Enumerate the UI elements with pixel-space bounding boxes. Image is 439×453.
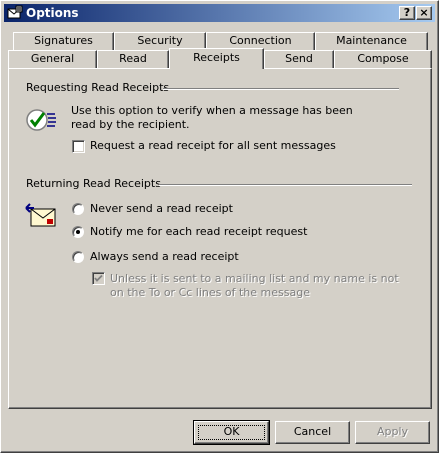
- radio-selected-dot: [76, 230, 80, 234]
- close-button[interactable]: ×: [416, 6, 432, 20]
- radio-notify-me-label[interactable]: Notify me for each read receipt request: [90, 225, 307, 239]
- apply-button[interactable]: Apply: [355, 421, 430, 444]
- radio-always-send[interactable]: [72, 251, 84, 263]
- checkmark-icon: [94, 274, 103, 282]
- requesting-group-label: Requesting Read Receipts: [26, 81, 170, 94]
- tab-send[interactable]: Send: [264, 50, 334, 68]
- returning-group-label: Returning Read Receipts: [26, 177, 161, 190]
- request-receipt-label[interactable]: Request a read receipt for all sent mess…: [90, 139, 336, 153]
- receipts-panel: Requesting Read Receipts Use this option…: [8, 68, 432, 409]
- tab-maintenance[interactable]: Maintenance: [315, 32, 428, 50]
- mailing-list-label: Unless it is sent to a mailing list and …: [110, 272, 399, 299]
- requesting-description: Use this option to verify when a message…: [71, 104, 353, 131]
- tab-read[interactable]: Read: [97, 50, 169, 68]
- cancel-button[interactable]: Cancel: [275, 421, 350, 444]
- ok-button[interactable]: OK: [193, 420, 270, 445]
- window-title: Options: [26, 6, 79, 20]
- options-dialog: Options ? × Signatures Security Connecti…: [0, 0, 439, 453]
- radio-never-send-label[interactable]: Never send a read receipt: [90, 202, 233, 216]
- radio-notify-me[interactable]: [72, 226, 84, 238]
- tab-receipts[interactable]: Receipts: [169, 48, 264, 69]
- read-receipt-check-icon: [26, 109, 56, 131]
- tab-signatures[interactable]: Signatures: [13, 32, 114, 50]
- return-receipt-envelope-icon: [25, 203, 56, 227]
- tab-compose[interactable]: Compose: [334, 50, 432, 68]
- radio-never-send[interactable]: [72, 203, 84, 215]
- request-receipt-checkbox[interactable]: [72, 140, 85, 153]
- radio-always-send-label[interactable]: Always send a read receipt: [90, 250, 239, 264]
- tab-general[interactable]: General: [8, 50, 97, 68]
- mail-options-icon: [7, 5, 23, 19]
- title-bar[interactable]: Options ? ×: [4, 4, 435, 22]
- returning-divider: [159, 184, 412, 186]
- help-button[interactable]: ?: [399, 6, 415, 20]
- mailing-list-checkbox[interactable]: [92, 272, 105, 285]
- requesting-divider: [163, 88, 399, 90]
